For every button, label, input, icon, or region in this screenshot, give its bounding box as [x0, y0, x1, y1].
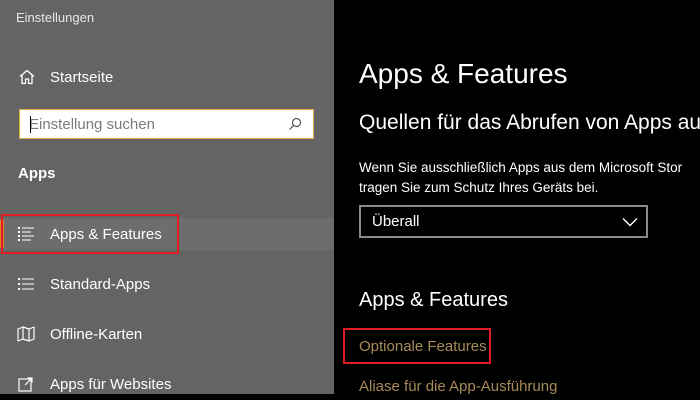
search-input[interactable] [20, 110, 285, 138]
description-line: tragen Sie zum Schutz Ihres Geräts bei. [359, 180, 599, 195]
section-heading: Quellen für das Abrufen von Apps aus [359, 111, 700, 134]
description-line: Wenn Sie ausschließlich Apps aus dem Mic… [359, 160, 683, 175]
list-icon [17, 275, 35, 293]
section-heading: Apps & Features [359, 289, 508, 311]
sidebar-item-offline-maps[interactable]: Offline-Karten [0, 318, 334, 350]
map-icon [17, 325, 35, 343]
dropdown-value: Überall [372, 213, 420, 230]
home-label: Startseite [50, 68, 114, 86]
page-title: Apps & Features [359, 58, 568, 89]
sidebar-item-label: Apps für Websites [50, 375, 172, 393]
description-text: Wenn Sie ausschließlich Apps aus dem Mic… [359, 158, 682, 198]
external-link-icon [17, 375, 35, 393]
window-title: Einstellungen [16, 10, 95, 25]
chevron-down-icon [622, 217, 638, 227]
sidebar-item-label: Standard-Apps [50, 275, 151, 293]
sidebar-item-standard-apps[interactable]: Standard-Apps [0, 268, 334, 300]
home-icon [18, 68, 36, 86]
app-execution-aliases-link[interactable]: Aliase für die App-Ausführung [359, 378, 557, 394]
highlight-box [1, 214, 179, 254]
sidebar: Einstellungen Startseite Apps Apps & Fea… [0, 0, 334, 394]
main-content: Apps & Features Quellen für das Abrufen … [334, 0, 700, 394]
app-source-dropdown[interactable]: Überall [359, 205, 648, 238]
sidebar-item-apps-for-websites[interactable]: Apps für Websites [0, 368, 334, 400]
sidebar-item-label: Offline-Karten [50, 325, 143, 343]
home-nav-item[interactable]: Startseite [18, 66, 113, 88]
search-icon[interactable] [285, 114, 305, 134]
search-box[interactable] [19, 109, 314, 139]
highlight-box [343, 328, 491, 364]
text-cursor [30, 116, 31, 133]
section-label-apps: Apps [18, 165, 56, 182]
